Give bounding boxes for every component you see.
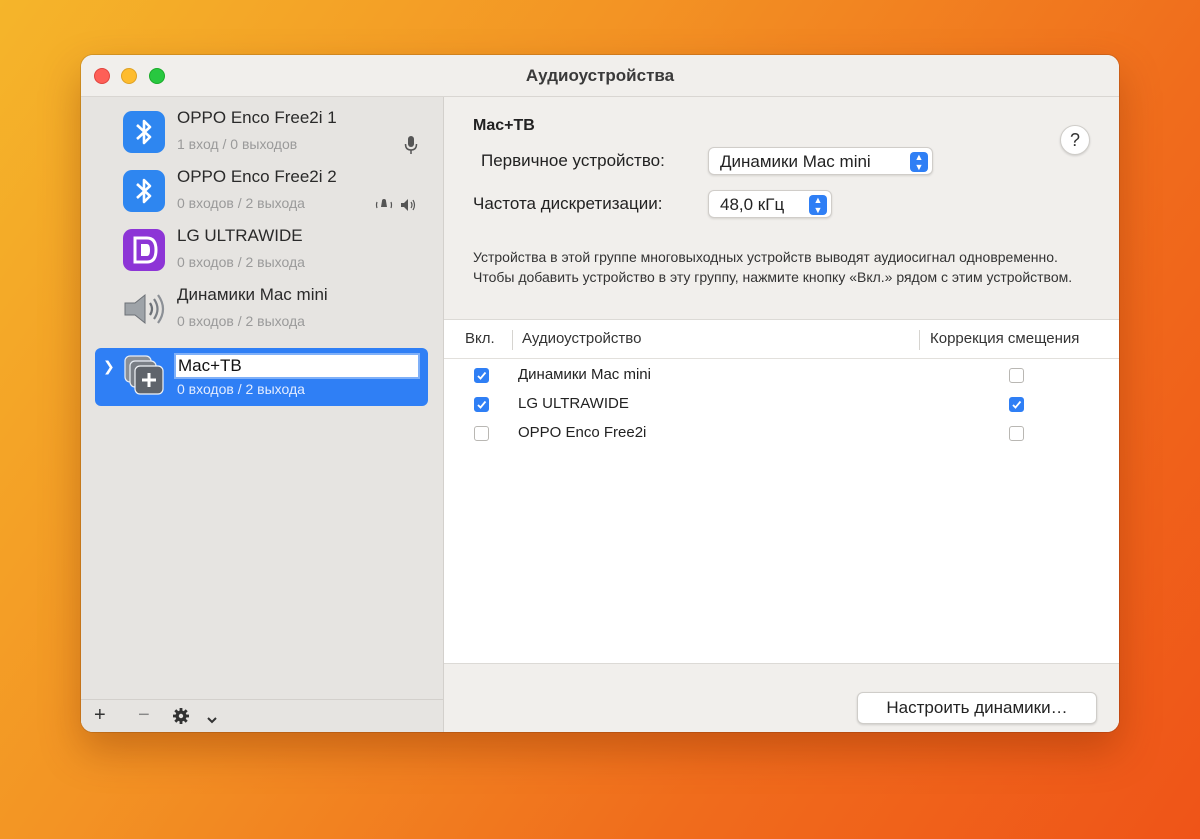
speaker-icon: [123, 288, 165, 330]
window-title: Аудиоустройства: [525, 66, 675, 85]
primary-device-value: Динамики Mac mini: [720, 152, 871, 171]
column-header-device[interactable]: Аудиоустройство: [522, 320, 641, 358]
device-table: Вкл. Аудиоустройство Коррекция смещения …: [444, 319, 1119, 664]
table-row: OPPO Enco Free2i: [444, 419, 1119, 448]
sidebar-toolbar: + −: [81, 699, 443, 732]
displayport-icon: [123, 229, 165, 271]
device-item-lg-ultrawide[interactable]: LG ULTRAWIDE 0 входов / 2 выхода: [95, 221, 428, 279]
device-name: OPPO Enco Free2i 2: [177, 167, 337, 186]
device-io: 0 входов / 2 выхода: [177, 254, 305, 270]
sample-rate-value: 48,0 кГц: [720, 195, 785, 214]
chevron-down-icon[interactable]: [206, 708, 218, 731]
multi-output-icon: [123, 354, 165, 396]
device-name: LG ULTRAWIDE: [177, 226, 303, 245]
device-item-oppo-1[interactable]: OPPO Enco Free2i 1 1 вход / 0 выходов: [95, 103, 428, 161]
group-description: Устройства в этой группе многовыходных у…: [473, 249, 1073, 285]
device-io: 0 входов / 2 выхода: [177, 381, 305, 397]
audio-devices-window: Аудиоустройства OPPO Enco Free2i 1 1 вхо…: [81, 55, 1119, 732]
device-detail-panel: Mac+TB ? Первичное устройство: Динамики …: [444, 97, 1119, 732]
sample-rate-popup[interactable]: 48,0 кГц ▲ ▼: [708, 190, 832, 218]
device-io: 0 входов / 2 выхода: [177, 313, 305, 329]
device-name-cell: OPPO Enco Free2i: [518, 424, 647, 441]
add-device-button[interactable]: +: [94, 704, 106, 727]
column-header-on[interactable]: Вкл.: [465, 320, 495, 358]
sample-rate-label: Частота дискретизации:: [473, 194, 663, 213]
enable-checkbox[interactable]: [474, 397, 489, 412]
device-name-rename-field[interactable]: [174, 353, 420, 379]
device-name-cell: Динамики Mac mini: [518, 366, 651, 383]
device-name-cell: LG ULTRAWIDE: [518, 395, 629, 412]
alert-sound-icon: [374, 198, 418, 215]
table-row: Динамики Mac mini: [444, 361, 1119, 390]
configure-speakers-button[interactable]: Настроить динамики…: [857, 692, 1097, 724]
enable-checkbox[interactable]: [474, 368, 489, 383]
microphone-icon: [404, 135, 418, 158]
primary-device-label: Первичное устройство:: [481, 151, 665, 170]
table-row: LG ULTRAWIDE: [444, 390, 1119, 419]
device-io: 1 вход / 0 выходов: [177, 136, 298, 152]
column-divider: [512, 330, 513, 350]
help-button[interactable]: ?: [1060, 125, 1090, 155]
device-io: 0 входов / 2 выхода: [177, 195, 305, 211]
popup-arrows-icon: ▲ ▼: [809, 195, 827, 215]
drift-correction-checkbox[interactable]: [1009, 368, 1024, 383]
drift-correction-checkbox[interactable]: [1009, 397, 1024, 412]
device-item-mac-tb[interactable]: ❯ 0 входов / 2 выхода: [95, 348, 428, 406]
bluetooth-icon: [123, 170, 165, 212]
enable-checkbox[interactable]: [474, 426, 489, 441]
drift-correction-checkbox[interactable]: [1009, 426, 1024, 441]
device-item-oppo-2[interactable]: OPPO Enco Free2i 2 0 входов / 2 выхода: [95, 162, 428, 220]
bluetooth-icon: [123, 111, 165, 153]
remove-device-button[interactable]: −: [138, 704, 150, 727]
device-item-mac-mini-speakers[interactable]: Динамики Mac mini 0 входов / 2 выхода: [95, 280, 428, 338]
device-name: OPPO Enco Free2i 1: [177, 108, 337, 127]
header-divider: [444, 358, 1119, 359]
popup-arrows-icon: ▲ ▼: [910, 152, 928, 172]
group-title: Mac+TB: [473, 117, 535, 134]
title-bar: Аудиоустройства: [81, 55, 1119, 97]
column-divider: [919, 330, 920, 350]
disclosure-chevron-icon[interactable]: ❯: [103, 358, 115, 375]
device-name: Динамики Mac mini: [177, 285, 328, 304]
device-sidebar: OPPO Enco Free2i 1 1 вход / 0 выходов OP…: [81, 97, 444, 732]
column-header-drift-correction[interactable]: Коррекция смещения: [930, 320, 1079, 358]
primary-device-popup[interactable]: Динамики Mac mini ▲ ▼: [708, 147, 933, 175]
gear-icon[interactable]: [172, 707, 190, 731]
